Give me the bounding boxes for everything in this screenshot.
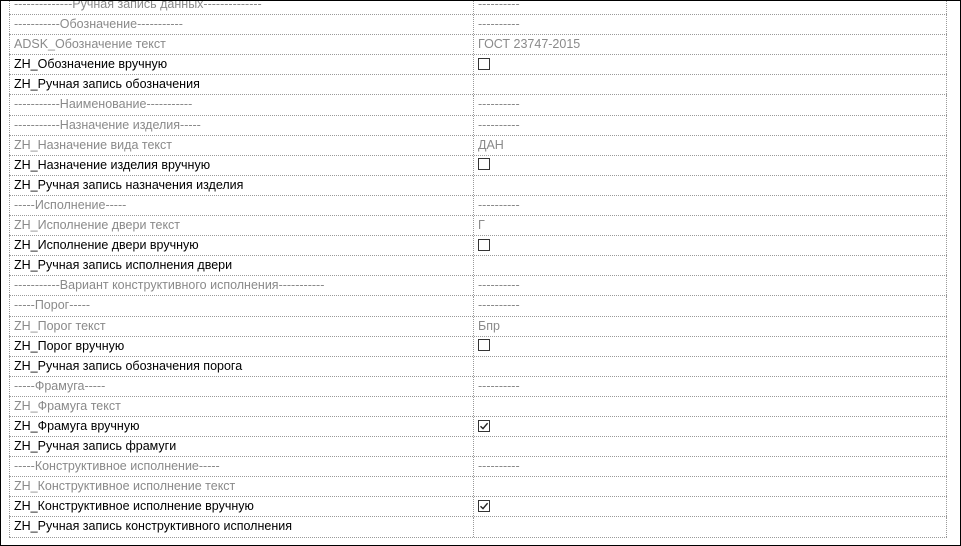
property-value[interactable] (474, 437, 947, 457)
property-name: ZH_Исполнение двери вручную (9, 236, 474, 256)
property-row: ZH_Ручная запись конструктивного исполне… (9, 517, 947, 538)
property-name: --------------Ручная запись данных------… (9, 1, 474, 15)
property-row: ZH_Ручная запись обозначения порога (9, 356, 947, 377)
property-value-cell (474, 497, 947, 517)
property-value[interactable] (474, 175, 947, 195)
property-name: ZH_Ручная запись фрамуги (9, 437, 474, 457)
property-value[interactable] (474, 517, 947, 537)
property-name: ZH_Ручная запись обозначения (9, 75, 474, 95)
property-value-cell (474, 236, 947, 256)
property-row: ZH_Исполнение двери вручную (9, 236, 947, 257)
property-row: ADSK_Обозначение текст ГОСТ 23747-2015 (9, 35, 947, 56)
property-value: ---------- (474, 115, 947, 135)
property-value: Бпр (474, 316, 947, 336)
property-value (474, 477, 947, 497)
checkmark-icon (480, 502, 489, 510)
property-row: -----Исполнение----- ---------- (9, 195, 947, 217)
property-name: ZH_Конструктивное исполнение вручную (9, 497, 474, 517)
property-row: -----------Обозначение----------- -------… (9, 15, 947, 36)
property-name: ZH_Конструктивное исполнение текст (9, 477, 474, 497)
checkmark-icon (480, 422, 489, 430)
property-name: ZH_Ручная запись назначения изделия (9, 175, 474, 195)
checkbox-checked[interactable] (478, 500, 490, 513)
property-name: ZH_Фрамуга вручную (9, 416, 474, 437)
property-value-cell (474, 55, 947, 75)
property-value (474, 396, 947, 416)
property-value[interactable] (474, 256, 947, 276)
property-row: ZH_Исполнение двери текст Г (9, 216, 947, 237)
property-row: ZH_Ручная запись фрамуги (9, 437, 947, 458)
property-value: ---------- (474, 1, 947, 15)
property-value: ---------- (474, 15, 947, 35)
property-row: ZH_Ручная запись исполнения двери (9, 256, 947, 277)
property-value-cell (474, 416, 947, 437)
property-name: ZH_Ручная запись конструктивного исполне… (9, 517, 474, 537)
property-value: ---------- (474, 457, 947, 477)
property-name: -----------Обозначение----------- (9, 15, 474, 35)
property-name: -----------Вариант конструктивного испол… (9, 276, 474, 296)
property-row: ZH_Конструктивное исполнение вручную (9, 497, 947, 518)
property-value[interactable] (474, 356, 947, 376)
property-name: -----Порог----- (9, 296, 474, 316)
checkbox[interactable] (478, 238, 490, 251)
property-row: ZH_Назначение изделия вручную (9, 155, 947, 176)
property-name: ADSK_Обозначение текст (9, 35, 474, 55)
checkbox[interactable] (478, 57, 490, 70)
properties-panel: --------------Ручная запись данных------… (0, 0, 961, 546)
property-row: ZH_Конструктивное исполнение текст (9, 477, 947, 498)
property-value[interactable] (474, 75, 947, 95)
property-row: ZH_Фрамуга текст (9, 396, 947, 417)
property-value: ГОСТ 23747-2015 (474, 35, 947, 55)
property-value: ---------- (474, 376, 947, 396)
property-row: -----------Назначение изделия----- ------… (9, 115, 947, 136)
checkbox[interactable] (478, 158, 490, 171)
property-value: ДАН (474, 135, 947, 155)
property-name: -----------Наименование----------- (9, 95, 474, 115)
property-value: ---------- (474, 296, 947, 316)
property-row: -----Конструктивное исполнение----- -----… (9, 457, 947, 478)
property-name: ZH_Ручная запись обозначения порога (9, 356, 474, 376)
property-name: ZH_Назначение изделия вручную (9, 155, 474, 175)
property-name: -----------Назначение изделия----- (9, 115, 474, 135)
property-name: ZH_Порог текст (9, 316, 474, 336)
property-name: ZH_Фрамуга текст (9, 396, 474, 416)
property-row: ZH_Ручная запись назначения изделия (9, 175, 947, 196)
property-row: ZH_Обозначение вручную (9, 55, 947, 76)
property-name: -----Исполнение----- (9, 195, 474, 216)
property-name: ZH_Обозначение вручную (9, 55, 474, 75)
property-value-cell (474, 336, 947, 356)
property-row: -----------Наименование----------- ------… (9, 95, 947, 116)
property-value: ---------- (474, 195, 947, 216)
checkbox[interactable] (478, 339, 490, 352)
property-row: ZH_Порог текст Бпр (9, 316, 947, 337)
property-row: ZH_Порог вручную (9, 336, 947, 357)
property-row: ZH_Ручная запись обозначения (9, 75, 947, 96)
property-row: -----Фрамуга----- ---------- (9, 376, 947, 397)
property-row: ZH_Фрамуга вручную (9, 416, 947, 438)
property-value-cell (474, 155, 947, 175)
property-value: ---------- (474, 95, 947, 115)
property-name: -----Фрамуга----- (9, 376, 474, 396)
property-row: ZH_Назначение вида текст ДАН (9, 135, 947, 156)
properties-table: --------------Ручная запись данных------… (9, 1, 947, 538)
property-name: ZH_Порог вручную (9, 336, 474, 356)
property-value: ---------- (474, 276, 947, 296)
property-row: -----Порог----- ---------- (9, 296, 947, 317)
property-row: -----------Вариант конструктивного испол… (9, 276, 947, 297)
property-name: ZH_Ручная запись исполнения двери (9, 256, 474, 276)
property-name: ZH_Исполнение двери текст (9, 216, 474, 236)
property-value: Г (474, 216, 947, 236)
property-row: --------------Ручная запись данных------… (9, 1, 947, 16)
checkbox-checked[interactable] (478, 419, 490, 432)
property-name: ZH_Назначение вида текст (9, 135, 474, 155)
property-name: -----Конструктивное исполнение----- (9, 457, 474, 477)
